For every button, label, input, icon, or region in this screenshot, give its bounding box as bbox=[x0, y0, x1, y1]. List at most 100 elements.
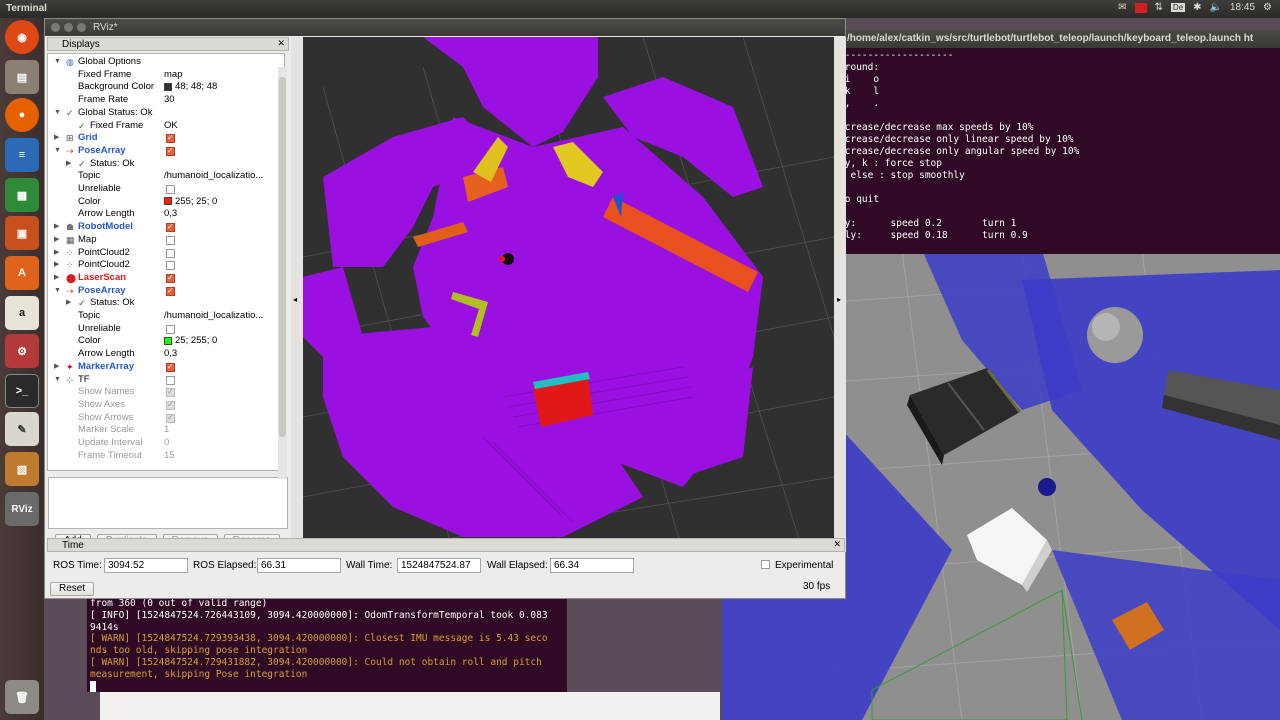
clock[interactable]: 18:45 bbox=[1230, 2, 1255, 13]
impress-icon[interactable]: ▣ bbox=[5, 216, 39, 250]
enable-checkbox[interactable] bbox=[166, 399, 175, 412]
power-gear-icon[interactable]: ⚙ bbox=[1263, 2, 1272, 13]
display-tree-row[interactable]: ▼ ◍ Global Options bbox=[48, 56, 284, 69]
enable-checkbox[interactable] bbox=[166, 261, 175, 271]
enable-checkbox[interactable] bbox=[166, 361, 175, 373]
expand-arrow-icon[interactable]: ▼ bbox=[54, 285, 61, 298]
expand-arrow-icon[interactable]: ▶ bbox=[54, 259, 59, 272]
display-tree-row[interactable]: ✓ Fixed Frame OK bbox=[48, 120, 284, 133]
enable-checkbox[interactable] bbox=[166, 221, 175, 234]
display-tree-row[interactable]: ▼ ✓ Global Status: Ok bbox=[48, 107, 284, 120]
display-row-value[interactable]: 15 bbox=[164, 450, 175, 461]
log-terminal[interactable]: from 360 (0 out of valid range) [ INFO] … bbox=[87, 596, 567, 692]
display-tree-row[interactable]: Topic/humanoid_localizatio... bbox=[48, 170, 284, 183]
enable-checkbox[interactable] bbox=[166, 386, 175, 399]
volume-icon[interactable]: 🔈 bbox=[1210, 2, 1222, 13]
maximize-icon[interactable] bbox=[77, 23, 86, 32]
calc-icon[interactable]: ▦ bbox=[5, 178, 39, 212]
display-tree-row[interactable]: ▼ ⇢ PoseArray bbox=[48, 145, 284, 158]
display-tree-row[interactable]: Show Names bbox=[48, 386, 284, 399]
display-tree-row[interactable]: Unreliable bbox=[48, 183, 284, 196]
enable-checkbox[interactable] bbox=[166, 145, 175, 158]
color-swatch[interactable] bbox=[164, 82, 172, 91]
left-dock-collapse[interactable]: ◂ bbox=[291, 37, 303, 552]
trash-icon[interactable]: 🗑 bbox=[5, 680, 39, 714]
display-row-value[interactable]: 1 bbox=[164, 424, 169, 435]
expand-arrow-icon[interactable]: ▶ bbox=[54, 132, 59, 145]
display-tree-row[interactable]: Frame Rate 30 bbox=[48, 94, 284, 107]
expand-arrow-icon[interactable]: ▼ bbox=[54, 107, 61, 120]
experimental-checkbox[interactable] bbox=[761, 560, 770, 569]
expand-arrow-icon[interactable]: ▼ bbox=[54, 56, 61, 69]
enable-checkbox[interactable] bbox=[166, 235, 175, 245]
reset-button[interactable]: Reset bbox=[50, 582, 95, 596]
keyboard-layout[interactable]: De bbox=[1170, 3, 1186, 12]
display-tree-row[interactable]: Color 255; 25; 0 bbox=[48, 196, 284, 209]
display-row-value[interactable]: 0,3 bbox=[164, 348, 177, 359]
enable-checkbox[interactable] bbox=[166, 185, 175, 194]
display-row-value[interactable]: 0 bbox=[164, 437, 169, 448]
ubuntu-icon[interactable]: ◉ bbox=[5, 20, 39, 54]
expand-arrow-icon[interactable]: ▼ bbox=[54, 374, 61, 387]
files-icon[interactable]: ▤ bbox=[5, 60, 39, 94]
display-tree-row[interactable]: Frame Timeout 15 bbox=[48, 450, 284, 463]
expand-arrow-icon[interactable]: ▶ bbox=[66, 297, 71, 310]
display-tree-row[interactable]: Color 25; 255; 0 bbox=[48, 335, 284, 348]
enable-checkbox[interactable] bbox=[166, 324, 175, 334]
displays-scrollbar[interactable] bbox=[278, 67, 287, 479]
display-row-value[interactable]: 48; 48; 48 bbox=[175, 81, 217, 92]
indicator-icon[interactable] bbox=[1134, 2, 1147, 13]
display-tree-row[interactable]: ▼ ⊹ TF bbox=[48, 374, 284, 387]
close-icon[interactable] bbox=[51, 23, 60, 32]
display-tree-row[interactable]: ▶ ⊞ Grid bbox=[48, 132, 284, 145]
right-dock-collapse[interactable]: ▸ bbox=[834, 37, 846, 552]
expand-arrow-icon[interactable]: ▶ bbox=[54, 272, 59, 285]
display-tree-row[interactable]: Update Interval 0 bbox=[48, 437, 284, 450]
wall-elapsed-field[interactable]: 66.34 bbox=[550, 558, 634, 573]
display-tree-row[interactable]: ▶ ⁘ PointCloud2 bbox=[48, 259, 284, 272]
close-icon[interactable]: ✕ bbox=[277, 38, 285, 49]
display-tree-row[interactable]: Topic/humanoid_localizatio... bbox=[48, 310, 284, 323]
enable-checkbox[interactable] bbox=[166, 285, 175, 297]
display-tree-row[interactable]: Arrow Length 0,3 bbox=[48, 208, 284, 221]
3d-render-view[interactable] bbox=[303, 37, 834, 552]
display-tree-row[interactable]: Background Color 48; 48; 48 bbox=[48, 81, 284, 94]
display-tree-row[interactable]: Arrow Length 0,3 bbox=[48, 348, 284, 361]
color-swatch[interactable] bbox=[164, 197, 172, 206]
software-center-icon[interactable]: A bbox=[5, 256, 39, 290]
mail-icon[interactable]: ✉ bbox=[1118, 2, 1126, 13]
writer-icon[interactable]: ≡ bbox=[5, 138, 39, 172]
display-row-value[interactable]: 0,3 bbox=[164, 208, 177, 219]
display-row-value[interactable]: 255; 25; 0 bbox=[175, 196, 217, 207]
ros-elapsed-field[interactable]: 66.31 bbox=[257, 558, 341, 573]
displays-tree[interactable]: ▼ ◍ Global Options Fixed Frame map Background… bbox=[47, 53, 285, 471]
expand-arrow-icon[interactable]: ▶ bbox=[54, 234, 59, 247]
terminal-icon[interactable]: >_ bbox=[5, 374, 39, 408]
enable-checkbox[interactable] bbox=[166, 272, 175, 285]
enable-checkbox[interactable] bbox=[166, 412, 175, 424]
expand-arrow-icon[interactable]: ▶ bbox=[66, 158, 71, 171]
display-tree-row[interactable]: Show Arrows bbox=[48, 412, 284, 424]
network-icon[interactable]: ⇅ bbox=[1155, 2, 1163, 13]
display-tree-row[interactable]: Marker Scale 1 bbox=[48, 424, 284, 437]
display-tree-row[interactable]: ▶ ☗ RobotModel bbox=[48, 221, 284, 234]
expand-arrow-icon[interactable]: ▶ bbox=[54, 361, 59, 374]
text-editor-icon[interactable]: ✎ bbox=[5, 412, 39, 446]
enable-checkbox[interactable] bbox=[166, 375, 175, 385]
color-swatch[interactable] bbox=[164, 336, 172, 345]
display-row-value[interactable]: 25; 255; 0 bbox=[175, 335, 217, 346]
ros-time-field[interactable]: 3094.52 bbox=[104, 558, 188, 573]
display-tree-row[interactable]: ▶ ▦ Map bbox=[48, 234, 284, 247]
display-row-value[interactable]: /humanoid_localizatio... bbox=[164, 170, 263, 181]
display-tree-row[interactable]: ▶ ✓ Status: Ok bbox=[48, 158, 284, 171]
bluetooth-icon[interactable]: ✱ bbox=[1193, 2, 1201, 13]
minimize-icon[interactable] bbox=[64, 23, 73, 32]
display-tree-row[interactable]: ▶ ⁘ PointCloud2 bbox=[48, 247, 284, 260]
display-tree-row[interactable]: ▶ ⬤ LaserScan bbox=[48, 272, 284, 285]
display-tree-row[interactable]: Fixed Frame map bbox=[48, 69, 284, 82]
display-tree-row[interactable]: ▶ ✓ Status: Ok bbox=[48, 297, 284, 310]
display-tree-row[interactable]: Show Axes bbox=[48, 399, 284, 412]
display-row-value[interactable]: /humanoid_localizatio... bbox=[164, 310, 263, 321]
enable-checkbox[interactable] bbox=[166, 248, 175, 258]
firefox-icon[interactable]: ● bbox=[5, 98, 39, 132]
